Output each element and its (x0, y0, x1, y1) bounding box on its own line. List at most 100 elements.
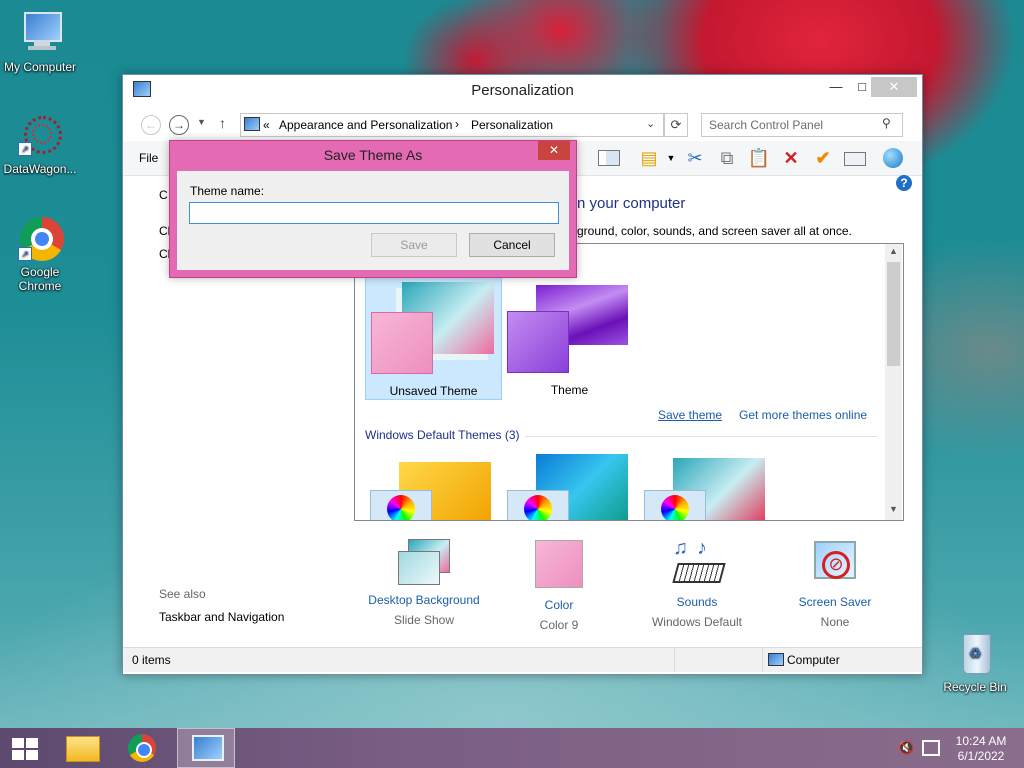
desktop-icon-my-computer[interactable]: My Computer (0, 10, 80, 74)
view-pane-icon[interactable] (597, 147, 621, 169)
theme-name-input[interactable] (189, 202, 559, 224)
theme-item-default-3[interactable] (639, 452, 774, 520)
computer-small-icon (768, 653, 784, 666)
screen-saver-title[interactable]: Screen Saver (785, 595, 885, 609)
delete-icon[interactable]: ✕ (779, 147, 803, 169)
desktop-background-setting[interactable]: Desktop Background Slide Show (359, 537, 489, 627)
minimize-button[interactable]: — (823, 77, 849, 97)
desktop-icon-datawagon[interactable]: ↗ DataWagon... (0, 112, 80, 176)
save-button[interactable]: Save (371, 233, 457, 257)
sounds-title[interactable]: Sounds (637, 595, 757, 609)
taskbar-navigation-link[interactable]: Taskbar and Navigation (159, 610, 284, 624)
color-wheel-icon (370, 490, 432, 520)
sounds-setting[interactable]: ♫ ♪ Sounds Windows Default (637, 537, 757, 629)
themes-list: Unsaved Theme Theme Save theme Get more … (354, 243, 904, 521)
status-divider (762, 648, 763, 672)
close-button[interactable]: ✕ (871, 77, 917, 97)
copy-icon[interactable]: ⧉ (715, 147, 739, 169)
taskbar: 🔇 10:24 AM 6/1/2022 (0, 728, 1024, 768)
desktop-background-value: Slide Show (393, 613, 455, 627)
theme-label: Theme (550, 383, 589, 397)
volume-muted-icon[interactable]: 🔇 (898, 740, 914, 756)
up-button[interactable]: ↑ (219, 115, 226, 131)
scroll-down-arrow[interactable]: ▼ (889, 504, 898, 514)
title-bar[interactable]: Personalization — □ ✕ (123, 75, 922, 105)
window-title: Personalization (471, 82, 574, 99)
windows-logo-icon (12, 738, 38, 760)
computer-icon (16, 10, 64, 58)
dialog-title[interactable]: Save Theme As (170, 147, 576, 163)
checkmark-icon[interactable]: ✔ (811, 147, 835, 169)
menu-file[interactable]: File (139, 151, 158, 165)
theme-label: Unsaved Theme (389, 384, 478, 398)
desktop-icon-label: DataWagon... (3, 162, 77, 176)
theme-item-unsaved[interactable]: Unsaved Theme (365, 271, 502, 400)
scroll-up-arrow[interactable]: ▲ (889, 246, 898, 256)
address-prefix: « (263, 118, 270, 132)
taskbar-file-explorer[interactable] (54, 728, 108, 768)
recycle-bin-icon: ♻ (951, 630, 999, 678)
taskbar-chrome[interactable] (116, 728, 170, 768)
chrome-icon: ↗ (16, 215, 64, 263)
save-theme-dialog: Save Theme As ✕ Theme name: Save Cancel (169, 140, 577, 278)
breadcrumb-appearance[interactable]: Appearance and Personalization (279, 118, 452, 132)
dialog-close-button[interactable]: ✕ (538, 141, 570, 160)
color-title[interactable]: Color (509, 598, 609, 612)
address-bar[interactable]: « Appearance and Personalization › Perso… (240, 113, 664, 137)
color-setting[interactable]: Color Color 9 (509, 537, 609, 632)
network-icon[interactable] (922, 740, 940, 756)
datawagon-icon: ↗ (16, 112, 64, 160)
desktop-icon-google-chrome[interactable]: ↗ Google Chrome (0, 215, 80, 293)
status-location: Computer (787, 653, 840, 667)
theme-name-label: Theme name: (190, 184, 265, 198)
theme-item-theme[interactable]: Theme (502, 271, 637, 398)
cut-icon[interactable]: ✂ (683, 147, 707, 169)
dialog-body: Theme name: Save Cancel (177, 171, 569, 270)
color-wheel-icon (644, 490, 706, 520)
desktop-icon-label: My Computer (3, 60, 77, 74)
control-panel-small-icon (244, 117, 260, 131)
left-pane-link-1[interactable]: C (159, 188, 168, 202)
forward-button[interactable]: → (169, 115, 189, 135)
recent-locations-dropdown[interactable]: ▼ (197, 117, 206, 127)
properties-dropdown-icon[interactable]: ▼ (659, 147, 683, 169)
status-divider (674, 648, 675, 672)
screen-saver-value: None (820, 615, 850, 629)
globe-icon[interactable] (881, 147, 905, 169)
search-icon[interactable]: ⚲ (882, 116, 891, 130)
breadcrumb-personalization[interactable]: Personalization (471, 118, 553, 132)
cancel-button[interactable]: Cancel (469, 233, 555, 257)
sounds-value: Windows Default (651, 615, 743, 629)
search-box[interactable]: Search Control Panel ⚲ (701, 113, 903, 137)
desktop-icon-label: Google Chrome (18, 265, 62, 293)
page-heading: n your computer (577, 195, 686, 212)
theme-item-default-2[interactable] (502, 452, 637, 520)
scroll-thumb[interactable] (887, 262, 900, 366)
themes-scrollbar[interactable]: ▲ ▼ (885, 244, 902, 520)
theme-color-swatch (507, 311, 569, 373)
paste-icon[interactable]: 📋 (747, 147, 771, 169)
color-swatch-icon (535, 540, 583, 588)
refresh-button[interactable]: ⟳ (664, 113, 688, 137)
desktop-background-title[interactable]: Desktop Background (359, 593, 489, 607)
get-more-themes-link[interactable]: Get more themes online (739, 408, 867, 422)
status-item-count: 0 items (132, 653, 171, 667)
address-dropdown-icon[interactable]: ⌄ (646, 117, 655, 130)
clock[interactable]: 10:24 AM 6/1/2022 (946, 734, 1016, 764)
screen-saver-setting[interactable]: ⊘ Screen Saver None (785, 537, 885, 629)
desktop-icon-label: Recycle Bin (943, 680, 1007, 694)
clock-time: 10:24 AM (955, 734, 1007, 748)
theme-color-swatch (371, 312, 433, 374)
properties-icon[interactable]: ▤ (637, 147, 661, 169)
start-button[interactable] (0, 728, 54, 768)
desktop-icon-recycle-bin[interactable]: ♻ Recycle Bin (935, 630, 1015, 694)
rename-icon[interactable] (843, 147, 867, 169)
theme-item-default-1[interactable] (365, 452, 500, 520)
save-theme-link[interactable]: Save theme (658, 408, 722, 422)
taskbar-control-panel[interactable] (177, 728, 235, 768)
color-wheel-icon (507, 490, 569, 520)
default-themes-divider (525, 436, 877, 437)
search-input[interactable]: Search Control Panel (709, 118, 823, 132)
help-icon[interactable]: ? (896, 175, 912, 191)
back-button[interactable]: ← (141, 115, 161, 135)
